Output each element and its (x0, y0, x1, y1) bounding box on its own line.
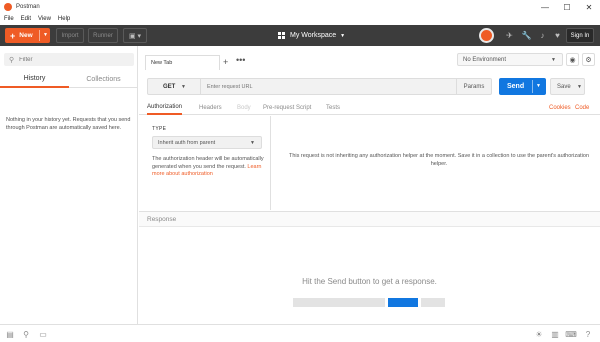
satellite-icon[interactable]: ✈ (503, 29, 516, 42)
send-hint: Hit the Send button to get a response. (302, 277, 437, 286)
tab-pre-request-script[interactable]: Pre-request Script (263, 100, 311, 115)
eye-icon[interactable]: ◉ (566, 53, 579, 66)
help-icon[interactable]: ? (583, 329, 593, 339)
chevron-down-icon: ▼ (340, 32, 346, 39)
new-button-divider (39, 30, 40, 41)
save-button[interactable]: Save ▼ (550, 78, 585, 95)
chevron-down-icon: ▼ (250, 140, 255, 146)
heart-icon[interactable]: ♥ (551, 29, 564, 42)
menu-bar: File Edit View Help (0, 14, 600, 24)
bell-icon[interactable]: ♪ (536, 29, 549, 42)
maximize-button[interactable]: ☐ (556, 0, 578, 14)
main-toolbar: + New ▼ Import Runner ▣ ▾ My Workspace ▼… (0, 25, 600, 46)
sidebar-tabs: History Collections (0, 70, 138, 88)
response-label: Response (147, 216, 177, 223)
bulb-icon[interactable]: ☀ (534, 329, 544, 339)
environment-select[interactable]: No Environment ▼ (457, 53, 563, 66)
new-button-label: New (19, 32, 33, 39)
response-header: Response (139, 211, 600, 227)
sign-in-button[interactable]: Sign In (566, 28, 594, 43)
chevron-down-icon[interactable]: ▼ (577, 84, 582, 90)
tab-body[interactable]: Body (237, 100, 251, 115)
auth-type-label: TYPE (152, 126, 167, 132)
auth-type-value: Inherit auth from parent (158, 139, 216, 146)
history-empty-message: Nothing in your history yet. Requests th… (6, 117, 131, 131)
menu-edit[interactable]: Edit (21, 16, 31, 22)
tab-collections[interactable]: Collections (69, 70, 138, 88)
filter-box[interactable]: ⚲ (4, 53, 134, 66)
chevron-down-icon[interactable]: ▼ (43, 32, 48, 38)
environment-value: No Environment (463, 56, 507, 63)
plus-icon: + (10, 30, 16, 41)
workspace-grid-icon (278, 32, 285, 39)
console-icon[interactable]: ▭ (38, 329, 48, 339)
method-value: GET (163, 83, 176, 90)
workspace-switcher[interactable]: My Workspace ▼ (278, 28, 345, 43)
response-area: Hit the Send button to get a response. (139, 227, 600, 324)
request-tab[interactable]: New Tab (145, 55, 220, 70)
status-bar: ▤ ⚲ ▭ ☀ ▥ ⌨ ? (0, 324, 600, 342)
url-input[interactable] (201, 79, 441, 94)
new-window-icon: ▣ ▾ (128, 32, 142, 40)
find-icon[interactable]: ⚲ (21, 329, 31, 339)
auth-description: The authorization header will be automat… (152, 156, 270, 179)
chevron-down-icon[interactable]: ▼ (536, 83, 541, 89)
filter-input[interactable] (19, 56, 120, 63)
auth-type-select[interactable]: Inherit auth from parent ▼ (152, 136, 262, 149)
sidebar: ⚲ History Collections Nothing in your hi… (0, 46, 138, 324)
send-divider (532, 80, 533, 93)
tab-tests[interactable]: Tests (326, 100, 340, 115)
request-tabs-bar: New Tab + ••• No Environment ▼ ◉ ⚙ (139, 46, 600, 70)
cookies-link[interactable]: Cookies (549, 100, 571, 115)
response-skeleton (293, 298, 385, 307)
postman-window: Postman — ☐ ✕ File Edit View Help + New … (0, 0, 600, 342)
auth-inherit-message: This request is not inheriting any autho… (288, 153, 590, 167)
workspace-label: My Workspace (290, 32, 337, 39)
minimize-button[interactable]: — (534, 0, 556, 14)
more-icon[interactable]: ••• (236, 55, 245, 65)
save-label: Save (557, 83, 571, 90)
close-button[interactable]: ✕ (578, 0, 600, 14)
add-tab-icon[interactable]: + (223, 57, 228, 67)
menu-view[interactable]: View (38, 16, 51, 22)
search-icon: ⚲ (9, 56, 15, 64)
window-title: Postman (16, 4, 40, 10)
import-button[interactable]: Import (56, 28, 84, 43)
sidebar-toggle-icon[interactable]: ▤ (5, 329, 15, 339)
menu-help[interactable]: Help (58, 16, 70, 22)
new-window-button[interactable]: ▣ ▾ (123, 28, 147, 43)
send-button[interactable]: Send ▼ (499, 78, 546, 95)
title-bar: Postman — ☐ ✕ (0, 0, 600, 14)
response-skeleton (421, 298, 445, 307)
postman-logo-icon (4, 3, 12, 11)
wrench-icon[interactable]: 🔧 (520, 29, 533, 42)
auth-type-panel: TYPE Inherit auth from parent ▼ The auth… (146, 116, 271, 210)
new-button[interactable]: + New ▼ (5, 28, 50, 43)
runner-button[interactable]: Runner (88, 28, 118, 43)
response-skeleton-accent (388, 298, 418, 307)
method-select[interactable]: GET ▼ (147, 78, 201, 95)
code-link[interactable]: Code (575, 100, 589, 115)
params-button[interactable]: Params (457, 78, 492, 95)
tab-history[interactable]: History (0, 70, 69, 88)
request-subtabs: Authorization Headers Body Pre-request S… (139, 100, 600, 115)
columns-icon[interactable]: ▥ (550, 329, 560, 339)
tab-authorization[interactable]: Authorization (147, 100, 183, 115)
chevron-down-icon: ▼ (181, 84, 186, 90)
send-label: Send (507, 83, 525, 90)
sync-icon[interactable] (479, 28, 494, 43)
chevron-down-icon: ▼ (551, 57, 556, 63)
gear-icon[interactable]: ⚙ (582, 53, 595, 66)
menu-file[interactable]: File (4, 16, 14, 22)
url-field[interactable] (201, 78, 457, 95)
keyboard-icon[interactable]: ⌨ (565, 329, 577, 339)
tab-headers[interactable]: Headers (199, 100, 222, 115)
